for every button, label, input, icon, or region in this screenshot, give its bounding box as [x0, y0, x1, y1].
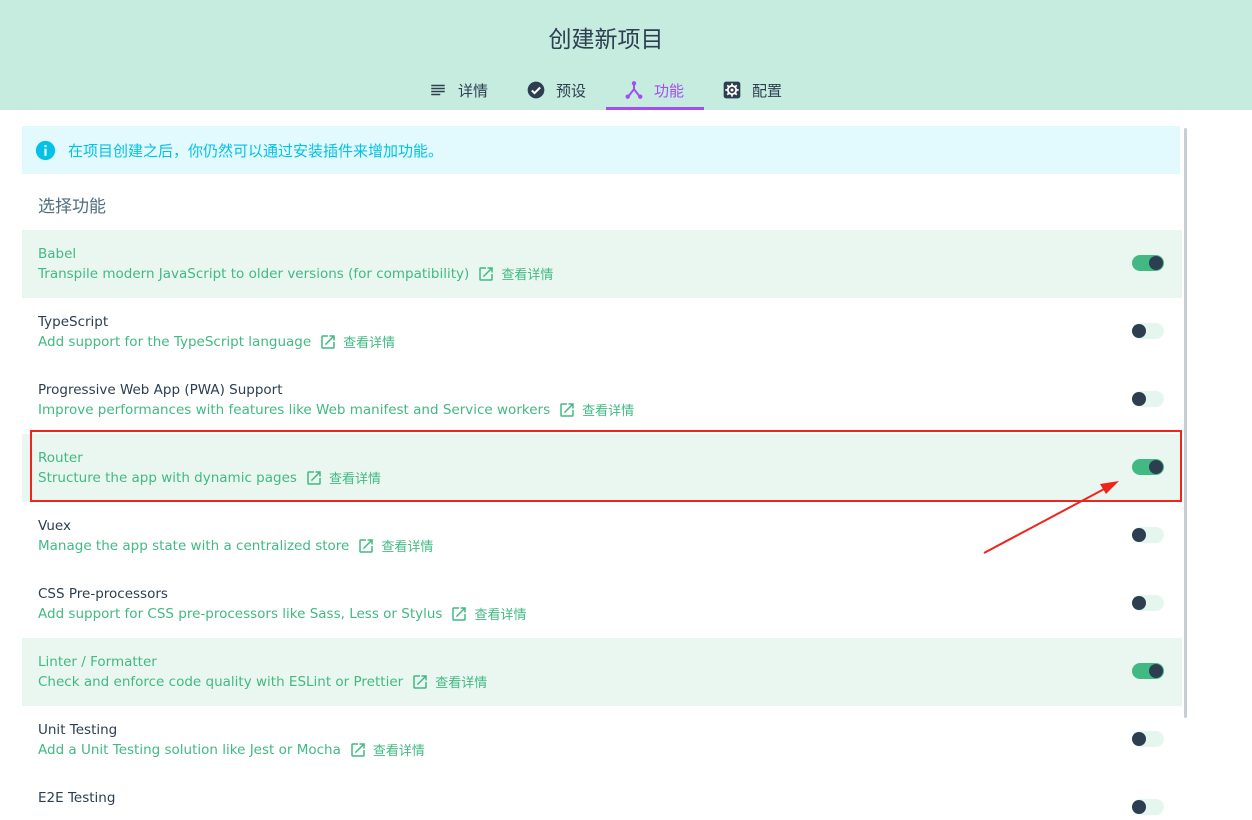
info-icon	[35, 140, 56, 161]
feature-description: Check and enforce code quality with ESLi…	[38, 672, 487, 692]
tab-presets[interactable]: 预设	[526, 70, 586, 110]
feature-description: Manage the app state with a centralized …	[38, 536, 433, 556]
more-info-label: 查看详情	[582, 404, 635, 419]
tab-details[interactable]: 详情	[428, 70, 488, 110]
header: 创建新项目 详情 预设 功能 配置	[0, 0, 1252, 110]
open-in-new-icon	[413, 674, 427, 689]
scrollbar[interactable]	[1184, 128, 1187, 718]
feature-toggle[interactable]	[1132, 595, 1164, 611]
more-info-label: 查看详情	[435, 676, 488, 691]
more-info-label: 查看详情	[372, 744, 425, 759]
feature-toggle[interactable]	[1132, 323, 1164, 339]
feature-desc-text: Add a Unit Testing solution like Jest or…	[38, 741, 341, 758]
more-info-link[interactable]: 查看详情	[450, 604, 526, 623]
feature-description: Improve performances with features like …	[38, 400, 634, 420]
more-info-link[interactable]: 查看详情	[411, 672, 487, 691]
open-in-new-icon	[479, 266, 494, 281]
page-title: 创建新项目	[548, 27, 664, 53]
feature-name: Router	[38, 450, 83, 466]
feature-toggle[interactable]	[1132, 527, 1164, 543]
feature-description: Add a Unit Testing solution like Jest or…	[38, 740, 425, 760]
feature-desc-text: Check and enforce code quality with ESLi…	[38, 673, 404, 690]
tab-config[interactable]: 配置	[722, 70, 782, 110]
open-in-new-icon	[560, 402, 574, 417]
feature-desc-text: Manage the app state with a centralized …	[38, 537, 350, 554]
feature-desc-text: Add support for the TypeScript language	[38, 333, 312, 350]
active-tab-indicator	[606, 107, 704, 110]
more-info-link[interactable]: 查看详情	[349, 740, 425, 759]
open-in-new-icon	[351, 742, 365, 757]
tab-label: 详情	[458, 81, 489, 100]
feature-e2e-testing[interactable]: E2E Testing	[22, 774, 1182, 820]
feature-babel[interactable]: Babel Transpile modern JavaScript to old…	[22, 230, 1182, 298]
feature-name: CSS Pre-processors	[38, 586, 168, 602]
open-in-new-icon	[452, 606, 467, 621]
info-banner: 在项目创建之后，你仍然可以通过安装插件来增加功能。	[22, 126, 1180, 174]
tab-label: 配置	[752, 81, 783, 100]
feature-name: Linter / Formatter	[38, 654, 157, 670]
more-info-label: 查看详情	[328, 472, 381, 487]
open-in-new-icon	[359, 538, 374, 553]
more-info-link[interactable]: 查看详情	[558, 400, 634, 419]
feature-name: Progressive Web App (PWA) Support	[38, 382, 283, 398]
feature-css-preprocessors[interactable]: CSS Pre-processors Add support for CSS p…	[22, 570, 1182, 638]
tab-bar: 详情 预设 功能 配置	[0, 70, 1252, 110]
feature-pwa[interactable]: Progressive Web App (PWA) Support Improv…	[22, 366, 1182, 434]
info-text: 在项目创建之后，你仍然可以通过安装插件来增加功能。	[68, 141, 444, 160]
more-info-link[interactable]: 查看详情	[357, 536, 433, 555]
feature-name: TypeScript	[38, 314, 109, 330]
tab-label: 功能	[654, 81, 685, 100]
feature-toggle[interactable]	[1132, 731, 1164, 747]
feature-name: Vuex	[38, 518, 71, 534]
feature-linter[interactable]: Linter / Formatter Check and enforce cod…	[22, 638, 1182, 706]
more-info-label: 查看详情	[474, 608, 527, 623]
more-info-label: 查看详情	[501, 268, 554, 283]
more-info-label: 查看详情	[381, 540, 434, 555]
open-in-new-icon	[321, 334, 335, 349]
feature-desc-text: Transpile modern JavaScript to older ver…	[38, 265, 470, 282]
feature-desc-text: Add support for CSS pre-processors like …	[38, 605, 443, 622]
tab-label: 预设	[556, 81, 587, 100]
feature-desc-text: Improve performances with features like …	[38, 401, 551, 418]
settings-icon	[722, 80, 742, 100]
feature-toggle[interactable]	[1132, 391, 1164, 407]
list-icon	[428, 80, 448, 100]
feature-description: Add support for the TypeScript language …	[38, 332, 395, 352]
check-circle-icon	[526, 80, 546, 100]
open-in-new-icon	[307, 470, 321, 485]
more-info-link[interactable]: 查看详情	[319, 332, 395, 351]
feature-panel: 在项目创建之后，你仍然可以通过安装插件来增加功能。 选择功能 Babel Tra…	[22, 126, 1182, 820]
feature-unit-testing[interactable]: Unit Testing Add a Unit Testing solution…	[22, 706, 1182, 774]
merge-type-icon	[624, 80, 644, 100]
feature-toggle[interactable]	[1132, 459, 1164, 475]
feature-description: Add support for CSS pre-processors like …	[38, 604, 526, 624]
feature-router[interactable]: Router Structure the app with dynamic pa…	[22, 434, 1182, 502]
feature-vuex[interactable]: Vuex Manage the app state with a central…	[22, 502, 1182, 570]
feature-description: Transpile modern JavaScript to older ver…	[38, 264, 553, 284]
feature-name: Unit Testing	[38, 722, 118, 738]
feature-toggle[interactable]	[1132, 663, 1164, 679]
feature-desc-text: Structure the app with dynamic pages	[38, 469, 297, 486]
feature-description: Structure the app with dynamic pages 查看详…	[38, 468, 381, 488]
more-info-label: 查看详情	[343, 336, 396, 351]
feature-toggle[interactable]	[1132, 799, 1164, 815]
section-title: 选择功能	[38, 197, 106, 217]
feature-toggle[interactable]	[1132, 255, 1164, 271]
more-info-link[interactable]: 查看详情	[305, 468, 381, 487]
tab-features[interactable]: 功能	[624, 70, 684, 110]
feature-list: Babel Transpile modern JavaScript to old…	[22, 230, 1182, 820]
feature-name: E2E Testing	[38, 790, 116, 806]
feature-typescript[interactable]: TypeScript Add support for the TypeScrip…	[22, 298, 1182, 366]
more-info-link[interactable]: 查看详情	[477, 264, 553, 283]
feature-name: Babel	[38, 246, 77, 262]
